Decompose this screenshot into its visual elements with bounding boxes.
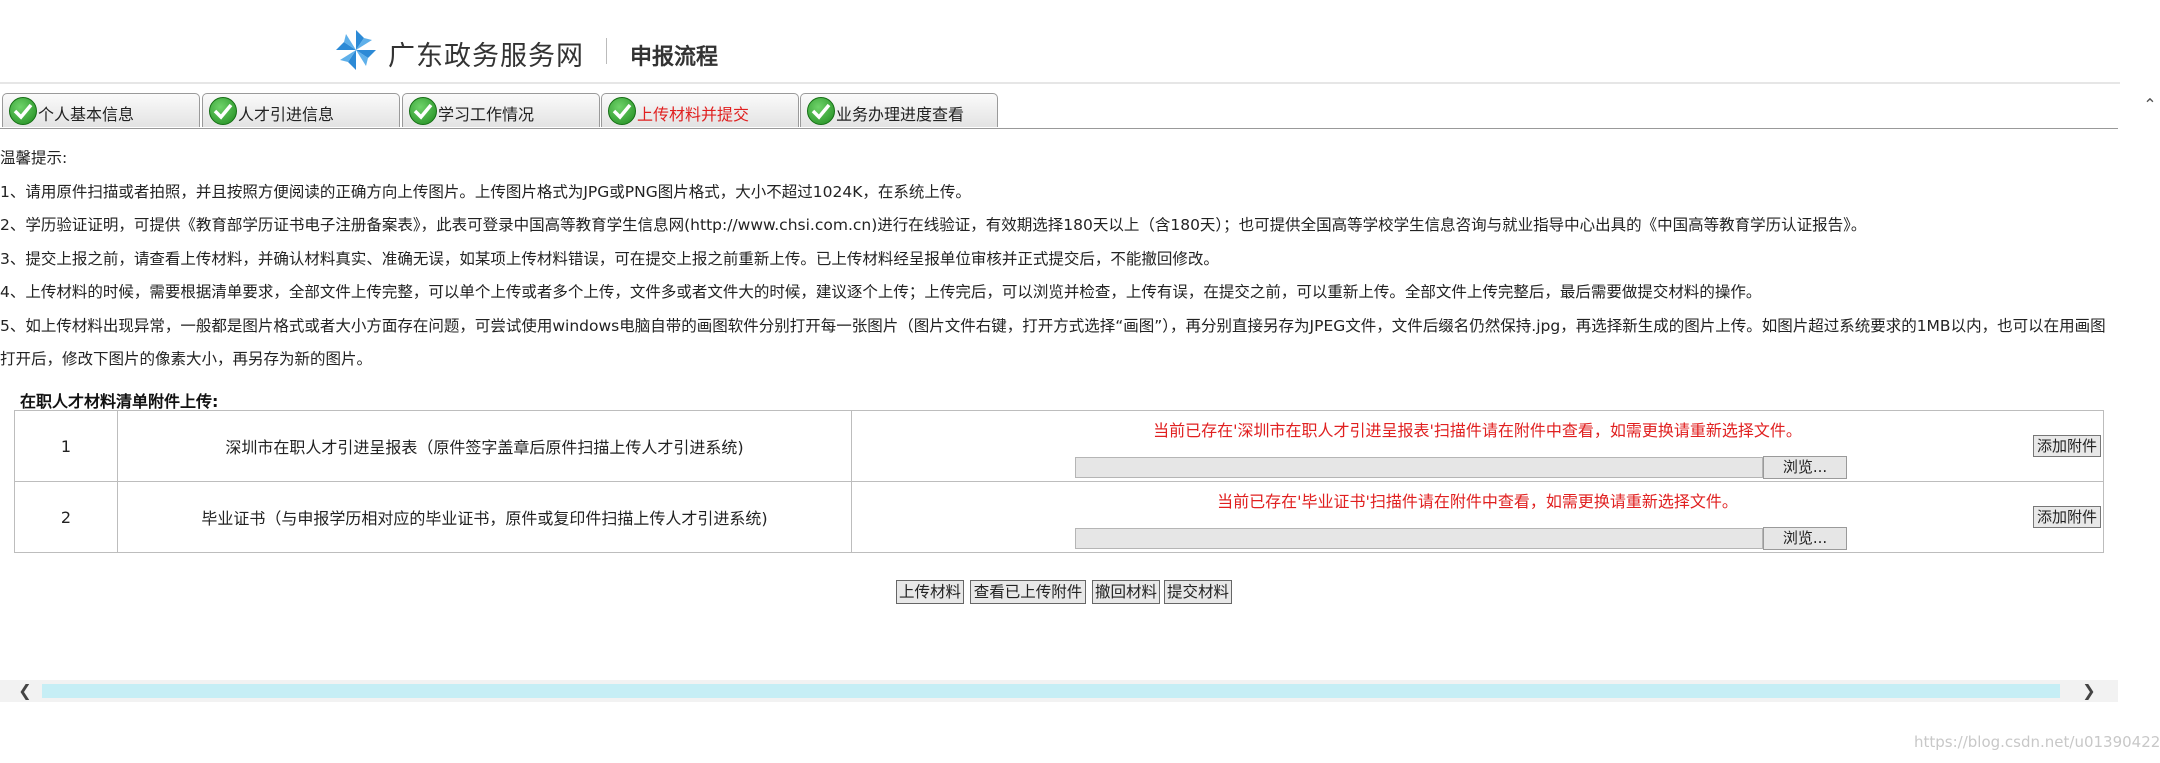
header-divider-line (0, 82, 2120, 84)
add-attachment-button[interactable]: 添加附件 (2033, 435, 2101, 457)
tab-progress[interactable]: 业务办理进度查看 (800, 93, 998, 127)
tip-line: 1、请用原件扫描或者拍照，并且按照方便阅读的正确方向上传图片。上传图片格式为JP… (0, 182, 971, 201)
withdraw-materials-button[interactable]: 撤回材料 (1092, 580, 1160, 604)
pinwheel-logo-icon (336, 30, 376, 70)
file-path-input[interactable] (1075, 528, 1763, 549)
tab-label: 上传材料并提交 (637, 105, 750, 124)
check-icon (409, 97, 437, 125)
upload-cell: 当前已存在'毕业证书'扫描件请在附件中查看，如需更换请重新选择文件。 浏览...… (851, 481, 2104, 553)
scrollbar-thumb[interactable] (42, 684, 2060, 698)
tab-label: 个人基本信息 (38, 105, 135, 124)
upload-materials-button[interactable]: 上传材料 (896, 580, 964, 604)
view-uploaded-button[interactable]: 查看已上传附件 (970, 580, 1086, 604)
header-divider (606, 38, 607, 64)
tab-personal-info[interactable]: 个人基本信息 (2, 93, 200, 127)
tips-heading: 温馨提示: (0, 149, 68, 167)
tab-label: 业务办理进度查看 (836, 105, 965, 124)
row-number: 2 (14, 481, 118, 553)
tips-block: 温馨提示: 1、请用原件扫描或者拍照，并且按照方便阅读的正确方向上传图片。上传图… (0, 142, 2110, 377)
chevron-up-icon[interactable]: ⌃ (2140, 95, 2160, 114)
chevron-left-icon[interactable]: ❮ (12, 680, 38, 702)
upload-cell: 当前已存在'深圳市在职人才引进呈报表'扫描件请在附件中查看，如需更换请重新选择文… (851, 410, 2104, 482)
existing-file-notice: 当前已存在'毕业证书'扫描件请在附件中查看，如需更换请重新选择文件。 (1217, 492, 1738, 511)
tab-study-work[interactable]: 学习工作情况 (402, 93, 600, 127)
tab-upload-submit[interactable]: 上传材料并提交 (601, 93, 799, 127)
check-icon (9, 97, 37, 125)
materials-table: 1 深圳市在职人才引进呈报表（原件签字盖章后原件扫描上传人才引进系统) 当前已存… (14, 410, 2104, 553)
material-name: 深圳市在职人才引进呈报表（原件签字盖章后原件扫描上传人才引进系统) (117, 410, 852, 482)
file-path-input[interactable] (1075, 457, 1763, 478)
tab-label: 人才引进信息 (238, 105, 335, 124)
row-number: 1 (14, 410, 118, 482)
section-title: 在职人才材料清单附件上传: (20, 392, 219, 411)
watermark: https://blog.csdn.net/u013904227 (1914, 733, 2160, 751)
check-icon (209, 97, 237, 125)
vertical-scrollbar[interactable]: ⌃ (2140, 95, 2160, 735)
page-title: 申报流程 (630, 45, 719, 70)
tip-line: 2、学历验证证明，可提供《教育部学历证书电子注册备案表》，此表可登录中国高等教育… (0, 216, 1867, 234)
tip-line: 4、上传材料的时候，需要根据清单要求，全部文件上传完整，可以单个上传或者多个上传… (0, 283, 1762, 301)
submit-materials-button[interactable]: 提交材料 (1164, 580, 1232, 604)
tip-line: 5、如上传材料出现异常，一般都是图片格式或者大小方面存在问题，可尝试使用wind… (0, 316, 2106, 369)
horizontal-scrollbar[interactable]: ❮ ❯ (0, 680, 2118, 702)
table-row: 1 深圳市在职人才引进呈报表（原件签字盖章后原件扫描上传人才引进系统) 当前已存… (14, 410, 2104, 482)
browse-button[interactable]: 浏览... (1763, 456, 1847, 479)
table-row: 2 毕业证书（与申报学历相对应的毕业证书，原件或复印件扫描上传人才引进系统) 当… (14, 481, 2104, 553)
page-header: 广东政务服务网 申报流程 (0, 0, 2160, 80)
site-name: 广东政务服务网 (388, 41, 584, 72)
check-icon (608, 97, 636, 125)
chevron-right-icon[interactable]: ❯ (2076, 680, 2102, 702)
add-attachment-button[interactable]: 添加附件 (2033, 506, 2101, 528)
browse-button[interactable]: 浏览... (1763, 527, 1847, 550)
existing-file-notice: 当前已存在'深圳市在职人才引进呈报表'扫描件请在附件中查看，如需更换请重新选择文… (1153, 421, 1802, 440)
tab-talent-info[interactable]: 人才引进信息 (202, 93, 400, 127)
material-name: 毕业证书（与申报学历相对应的毕业证书，原件或复印件扫描上传人才引进系统) (117, 481, 852, 553)
tab-divider (0, 128, 2118, 129)
tab-label: 学习工作情况 (438, 105, 535, 124)
check-icon (807, 97, 835, 125)
tip-line: 3、提交上报之前，请查看上传材料，并确认材料真实、准确无误，如某项上传材料错误，… (0, 249, 1219, 268)
